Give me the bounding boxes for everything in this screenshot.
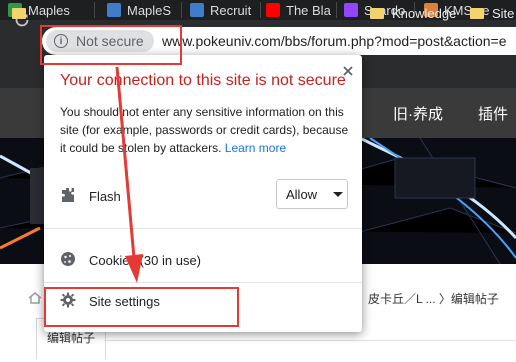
url-text[interactable]: www.pokeuniv.com/bbs/forum.php?mod=post&… [162, 33, 507, 49]
bookmark-site[interactable]: Site [492, 6, 514, 21]
browser-tab[interactable]: MapleS [107, 0, 171, 20]
learn-more-link[interactable]: Learn more [225, 141, 286, 155]
flash-label: Flash [89, 189, 121, 204]
bookmark-knowledge[interactable]: Knowledge [392, 6, 456, 21]
browser-tab[interactable]: Recruit [190, 0, 251, 20]
annotation-highlight-box [44, 287, 239, 327]
site-favicon-icon [190, 3, 204, 17]
cookie-icon [61, 252, 75, 266]
folder-icon [370, 8, 384, 19]
popup-title: Your connection to this site is not secu… [60, 72, 346, 89]
flash-permission-select[interactable]: Allow [276, 179, 348, 209]
tab-label: MapleS [127, 2, 172, 18]
breadcrumb: 皮卡丘／L ... 〉编辑帖子 [368, 292, 499, 306]
tab-label: Recruit [210, 2, 252, 18]
cookies-link[interactable]: Cookies (30 in use) [89, 253, 201, 268]
puzzle-icon [62, 188, 74, 202]
tab-label: Maples [28, 2, 70, 18]
divider [44, 228, 362, 229]
chevron-down-icon [333, 192, 343, 197]
divider [104, 340, 516, 341]
twitch-favicon-icon [344, 3, 358, 17]
close-icon[interactable] [341, 64, 355, 78]
youtube-favicon-icon [266, 3, 280, 17]
tab-label: The Bla [286, 2, 331, 18]
annotation-highlight-box [40, 25, 182, 65]
home-icon[interactable] [28, 292, 42, 304]
folder-icon [470, 8, 484, 19]
site-favicon-icon [107, 3, 121, 17]
security-description: You should not enter any sensitive infor… [60, 103, 352, 157]
site-nav-item[interactable]: 旧·养成 [393, 103, 443, 124]
description-text: You should not enter any sensitive infor… [60, 105, 349, 155]
folder-icon [12, 8, 26, 19]
browser-tab[interactable]: The Bla [266, 0, 331, 20]
site-nav-item[interactable]: 插件 [478, 103, 508, 124]
select-value: Allow [286, 187, 318, 202]
divider [44, 282, 362, 283]
